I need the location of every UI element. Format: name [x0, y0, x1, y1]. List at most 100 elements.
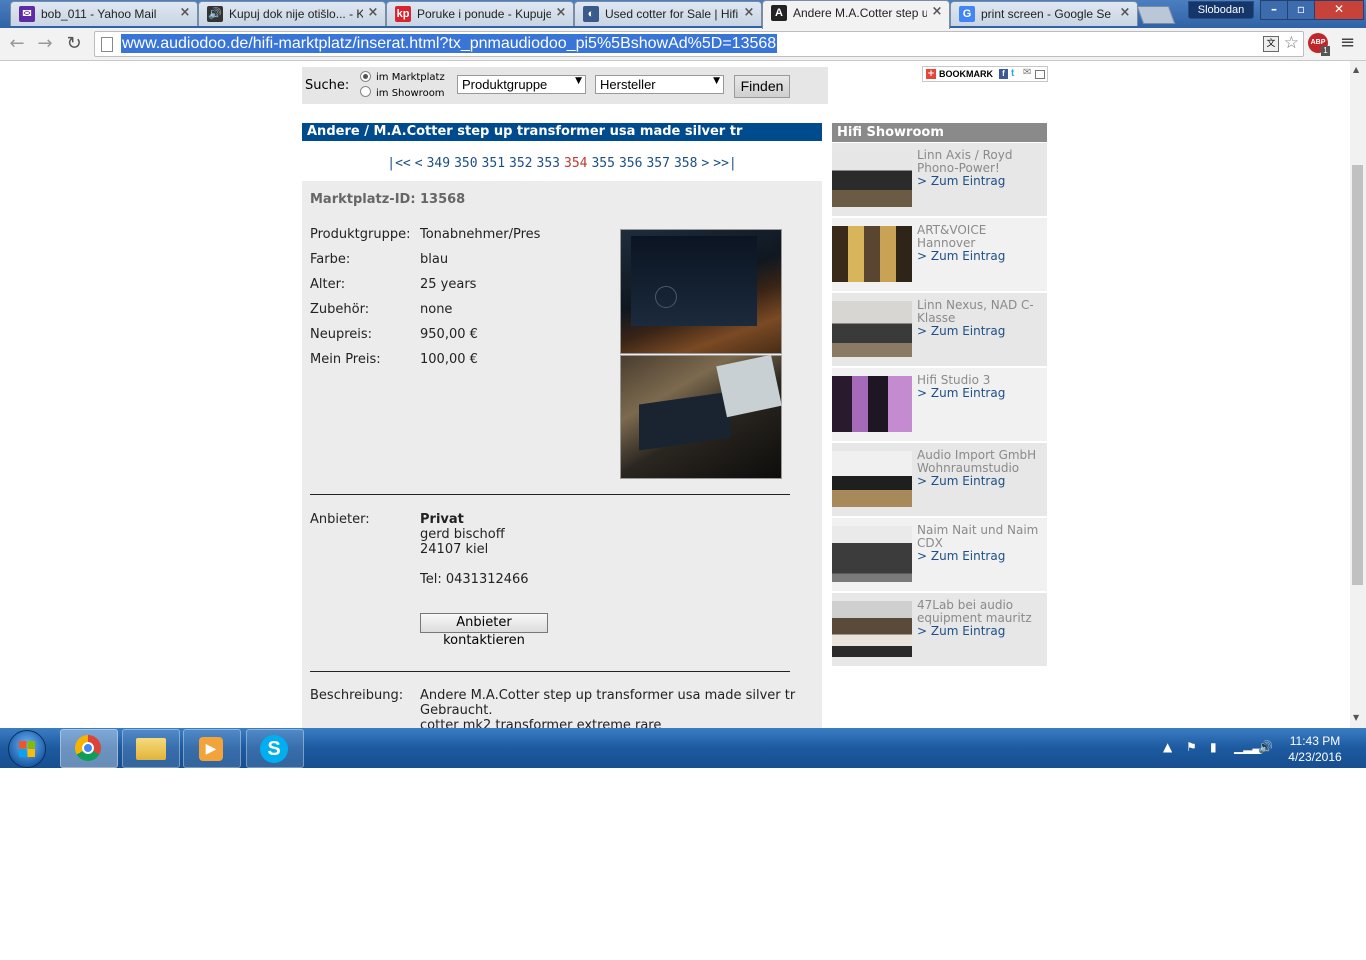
tab-3[interactable]: kp Poruke i ponude - Kupuje × — [386, 1, 574, 26]
tab-5[interactable]: A Andere M.A.Cotter step u × — [762, 0, 950, 29]
field-value: none — [420, 302, 453, 317]
page-link[interactable]: 353 — [537, 156, 560, 171]
showroom-item-link[interactable]: > Zum Eintrag — [917, 175, 1045, 188]
back-icon[interactable]: ← — [6, 33, 28, 55]
product-photo-1[interactable] — [620, 229, 782, 354]
product-group-select[interactable]: Produktgruppe ▼ — [457, 75, 586, 94]
profile-button[interactable]: Slobodan — [1188, 1, 1254, 19]
maximize-button[interactable]: ▫ — [1287, 0, 1315, 20]
close-icon[interactable]: × — [178, 6, 192, 20]
radio-showroom[interactable] — [360, 86, 371, 97]
showroom-thumbnail[interactable] — [832, 451, 912, 507]
page-link[interactable]: 350 — [454, 156, 477, 171]
page-link[interactable]: 355 — [591, 156, 614, 171]
showroom-item-link[interactable]: > Zum Eintrag — [917, 387, 1045, 400]
power-icon[interactable]: ▮ — [1210, 740, 1217, 754]
product-box-shape — [631, 236, 757, 326]
page-link[interactable]: 357 — [646, 156, 669, 171]
showroom-thumbnail[interactable] — [832, 301, 912, 357]
taskbar-explorer[interactable] — [122, 729, 180, 768]
volume-icon[interactable]: 🔊 — [1258, 740, 1273, 754]
new-tab-button[interactable] — [1136, 6, 1176, 24]
email-icon[interactable]: ✉ — [1023, 67, 1031, 78]
url-text[interactable]: www.audiodoo.de/hifi-marktplatz/inserat.… — [121, 34, 778, 53]
page-link[interactable]: |<< — [387, 156, 410, 171]
product-device-shape — [639, 391, 731, 451]
showroom-thumbnail[interactable] — [832, 526, 912, 582]
showroom-item-link[interactable]: > Zum Eintrag — [917, 550, 1045, 563]
action-center-icon[interactable]: ⚑ — [1186, 740, 1197, 754]
page-link[interactable]: 358 — [674, 156, 697, 171]
showroom-item-link[interactable]: > Zum Eintrag — [917, 625, 1045, 638]
show-hidden-icons[interactable]: ▲ — [1163, 740, 1172, 754]
taskbar-media-player[interactable]: ▶ — [183, 729, 241, 768]
twitter-icon[interactable]: t — [1011, 68, 1014, 79]
page-link[interactable]: > — [701, 156, 709, 171]
minimize-button[interactable]: – — [1260, 0, 1288, 20]
close-icon[interactable]: × — [554, 6, 568, 20]
showroom-item-link[interactable]: > Zum Eintrag — [917, 325, 1045, 338]
page-link[interactable]: 354 — [564, 156, 587, 171]
page-link[interactable]: 352 — [509, 156, 532, 171]
showroom-item-link[interactable]: > Zum Eintrag — [917, 250, 1045, 263]
showroom-item[interactable]: Naim Nait und Naim CDX > Zum Eintrag — [832, 518, 1047, 591]
showroom-thumbnail[interactable] — [832, 601, 912, 657]
showroom-item-link[interactable]: > Zum Eintrag — [917, 475, 1045, 488]
showroom-item[interactable]: Audio Import GmbH Wohnraumstudio > Zum Ei… — [832, 443, 1047, 516]
close-icon[interactable]: × — [1118, 6, 1132, 20]
radio-marketplace[interactable] — [360, 71, 371, 82]
tab-4[interactable]: ◐ Used cotter for Sale | Hifi × — [574, 1, 762, 26]
taskbar-chrome[interactable] — [60, 729, 118, 768]
tab-title: Used cotter for Sale | Hifi — [605, 7, 739, 21]
showroom-text: Linn Axis / Royd Phono-Power! > Zum Eintr… — [917, 149, 1045, 188]
radio-showroom-label: im Showroom — [376, 88, 445, 99]
search-label: Suche: — [305, 78, 350, 93]
showroom-item[interactable]: 47Lab bei audio equipment mauritz > Zum E… — [832, 593, 1047, 666]
close-icon[interactable]: × — [366, 6, 380, 20]
scroll-down-icon[interactable]: ▼ — [1353, 713, 1359, 722]
showroom-item[interactable]: Linn Nexus, NAD C-Klasse > Zum Eintrag — [832, 293, 1047, 366]
field-label: Produktgruppe: — [310, 227, 411, 242]
showroom-text: Linn Nexus, NAD C-Klasse > Zum Eintrag — [917, 299, 1045, 338]
bookmark-widget[interactable]: + BOOKMARK f t ✉ — [922, 66, 1048, 82]
reload-icon[interactable]: ↻ — [63, 33, 85, 55]
product-logo-shape — [655, 286, 677, 308]
close-icon[interactable]: × — [742, 6, 756, 20]
translate-icon[interactable]: 文 — [1263, 36, 1279, 52]
more-icon[interactable] — [1035, 70, 1045, 79]
product-photo-2[interactable] — [620, 354, 782, 479]
tab-title: Kupuj dok nije otišlo... - K — [229, 7, 363, 21]
star-icon[interactable]: ☆ — [1284, 33, 1299, 53]
showroom-thumbnail[interactable] — [832, 376, 912, 432]
clock-time: 11:43 PM — [1289, 734, 1341, 748]
close-window-button[interactable]: ✕ — [1314, 0, 1364, 20]
start-button[interactable] — [8, 730, 46, 768]
page-link[interactable]: < — [415, 156, 423, 171]
showroom-item[interactable]: Hifi Studio 3 > Zum Eintrag — [832, 368, 1047, 441]
showroom-thumbnail[interactable] — [832, 151, 912, 207]
menu-icon[interactable]: ≡ — [1340, 32, 1355, 53]
showroom-thumbnail[interactable] — [832, 226, 912, 282]
facebook-icon[interactable]: f — [999, 69, 1008, 79]
page-scrollbar[interactable]: ▲ ▼ — [1350, 61, 1366, 728]
showroom-item[interactable]: ART&VOICE Hannover > Zum Eintrag — [832, 218, 1047, 291]
system-clock[interactable]: 11:43 PM 4/23/2016 — [1280, 733, 1350, 765]
showroom-item[interactable]: Linn Axis / Royd Phono-Power! > Zum Eintr… — [832, 143, 1047, 216]
page-link[interactable]: 349 — [427, 156, 450, 171]
page-link[interactable]: >>| — [713, 156, 736, 171]
address-bar[interactable]: www.audiodoo.de/hifi-marktplatz/inserat.… — [94, 31, 1304, 57]
scroll-up-icon[interactable]: ▲ — [1353, 65, 1359, 74]
taskbar-skype[interactable]: S — [246, 729, 304, 768]
manufacturer-select[interactable]: Hersteller ▼ — [595, 75, 724, 94]
tab-6[interactable]: Gprint screen - Google Se × — [950, 1, 1138, 26]
page-link[interactable]: 356 — [619, 156, 642, 171]
tab-1[interactable]: ✉ bob_011 - Yahoo Mail × — [10, 1, 198, 26]
forward-icon[interactable]: → — [34, 33, 56, 55]
folder-icon — [136, 738, 166, 760]
find-button[interactable]: Finden — [734, 75, 790, 98]
contact-seller-button[interactable]: Anbieter kontaktieren — [420, 613, 548, 648]
tab-2[interactable]: 🔊 Kupuj dok nije otišlo... - K × — [198, 1, 386, 26]
scroll-thumb[interactable] — [1352, 165, 1363, 585]
page-link[interactable]: 351 — [482, 156, 505, 171]
close-icon[interactable]: × — [930, 5, 944, 19]
